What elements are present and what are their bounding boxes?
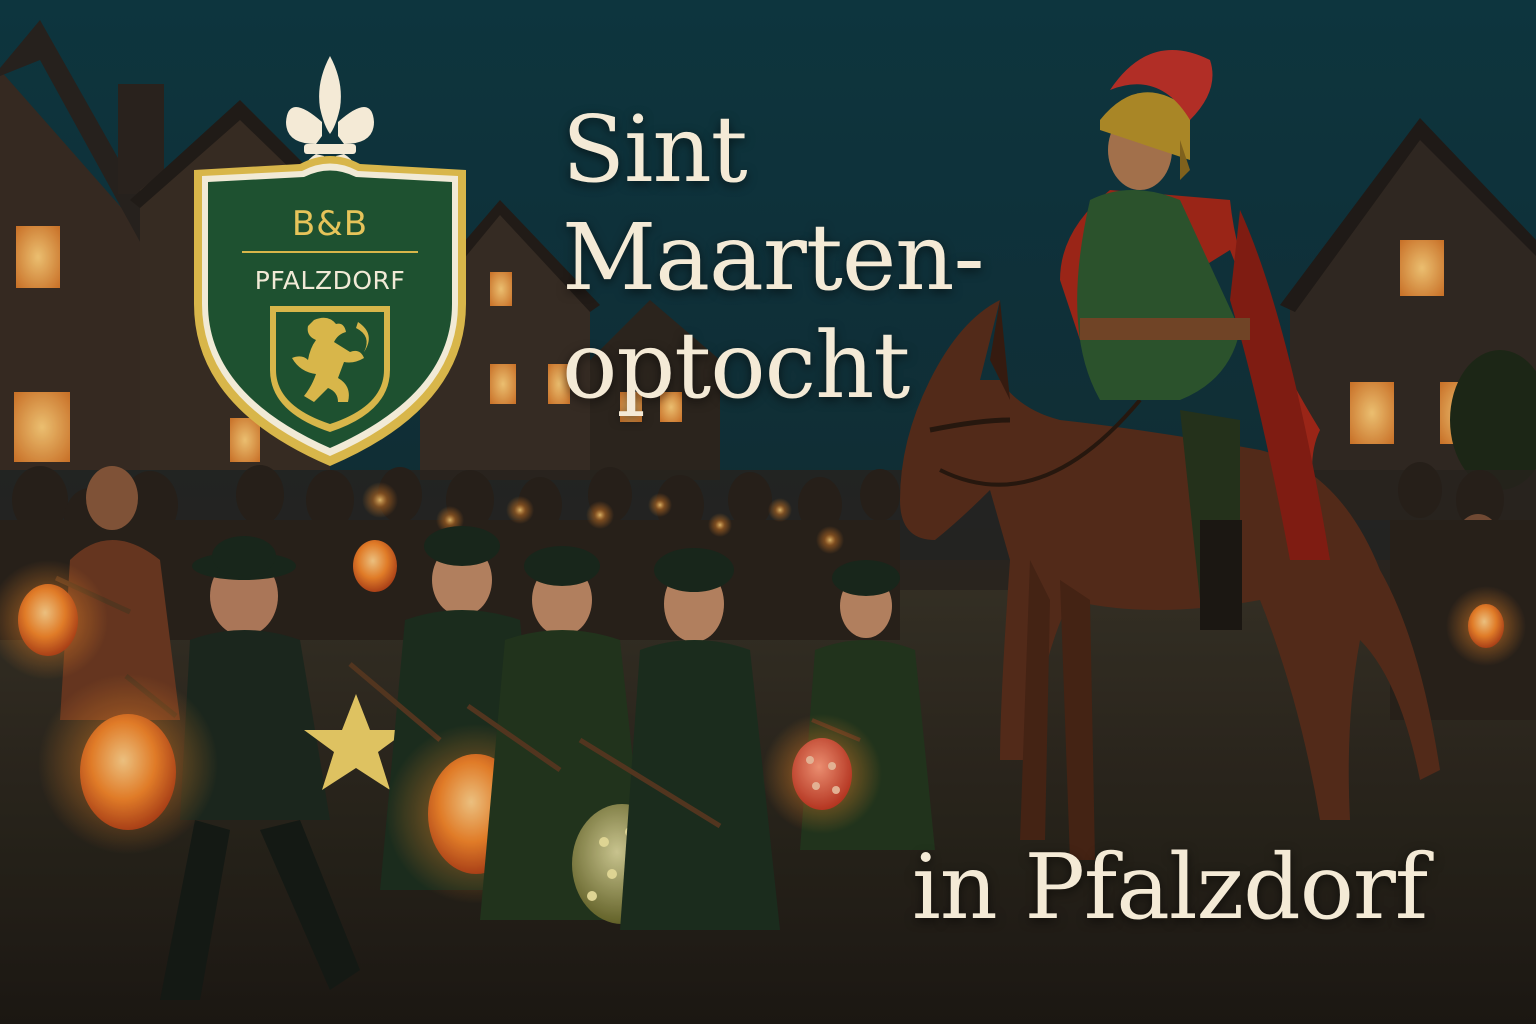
title-line-1: Sint [562, 96, 748, 203]
poster: B&B PFALZDORF Sint Maarten- optocht in P… [0, 0, 1536, 1024]
bb-pfalzdorf-logo: B&B PFALZDORF [188, 52, 472, 472]
poster-subtitle: in Pfalzdorf [912, 835, 1428, 940]
title-line-3: optocht [562, 312, 910, 419]
title-line-2: Maarten- [562, 204, 985, 311]
logo-line-2: PFALZDORF [254, 266, 406, 295]
poster-title: Sint Maarten- optocht [562, 96, 985, 420]
logo-line-1: B&B [291, 204, 369, 244]
